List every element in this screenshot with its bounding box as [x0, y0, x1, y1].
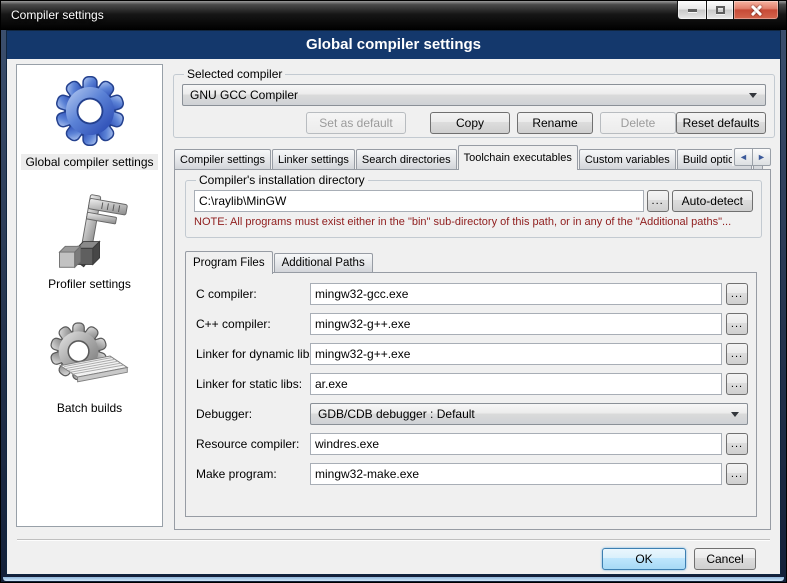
titlebar[interactable]: Compiler settings [1, 1, 786, 30]
debugger-value: GDB/CDB debugger : Default [318, 407, 731, 421]
browse-dynamic-linker-button[interactable]: ... [726, 343, 748, 365]
c-compiler-label: C compiler: [196, 287, 310, 301]
tab-linker-settings[interactable]: Linker settings [272, 149, 355, 170]
tab-scroll-right-button[interactable]: ► [752, 148, 771, 166]
debugger-label: Debugger: [196, 407, 310, 421]
browse-make-program-button[interactable]: ... [726, 463, 748, 485]
set-as-default-button[interactable]: Set as default [306, 112, 406, 134]
browse-resource-compiler-button[interactable]: ... [726, 433, 748, 455]
resource-compiler-label: Resource compiler: [196, 437, 310, 451]
page-title: Global compiler settings [7, 31, 780, 59]
sidebar-item-label: Profiler settings [44, 276, 135, 292]
installation-directory-group: Compiler's installation directory ... Au… [185, 173, 762, 238]
field-row-c-compiler: C compiler: ... [196, 283, 748, 305]
debugger-dropdown[interactable]: GDB/CDB debugger : Default [310, 403, 748, 425]
dialog-frame: Global compiler settings [6, 30, 781, 575]
field-row-static-linker: Linker for static libs: ... [196, 373, 748, 395]
gear-blue-icon [53, 71, 127, 151]
reset-defaults-button[interactable]: Reset defaults [676, 112, 766, 134]
program-files-tabbar: Program Files Additional Paths [185, 249, 374, 273]
browse-c-compiler-button[interactable]: ... [726, 283, 748, 305]
c-compiler-input[interactable] [310, 283, 722, 305]
browse-cpp-compiler-button[interactable]: ... [726, 313, 748, 335]
restore-icon [716, 6, 725, 14]
arrow-left-icon: ◄ [739, 152, 748, 162]
copy-button[interactable]: Copy [430, 112, 510, 134]
resource-compiler-input[interactable] [310, 433, 722, 455]
installation-directory-input[interactable] [194, 190, 644, 212]
selected-compiler-dropdown[interactable]: GNU GCC Compiler [182, 84, 766, 106]
field-row-debugger: Debugger: GDB/CDB debugger : Default [196, 403, 748, 425]
sidebar-item-label: Batch builds [53, 400, 126, 416]
field-row-cpp-compiler: C++ compiler: ... [196, 313, 748, 335]
selected-compiler-group-label: Selected compiler [184, 67, 285, 81]
window-title: Compiler settings [11, 8, 104, 22]
browse-static-linker-button[interactable]: ... [726, 373, 748, 395]
sidebar-item-label: Global compiler settings [21, 154, 157, 170]
tab-toolchain-executables[interactable]: Toolchain executables [458, 145, 578, 170]
field-row-dynamic-linker: Linker for dynamic libs: ... [196, 343, 748, 365]
sidebar-item-batch-builds[interactable]: Batch builds [17, 317, 162, 416]
compiler-settings-window: Compiler settings Global compiler settin… [0, 0, 787, 583]
tab-custom-variables[interactable]: Custom variables [579, 149, 676, 170]
selected-compiler-group: Selected compiler GNU GCC Compiler Set a… [173, 67, 775, 138]
delete-button[interactable]: Delete [600, 112, 676, 134]
field-row-make-program: Make program: ... [196, 463, 748, 485]
static-linker-input[interactable] [310, 373, 722, 395]
subtab-program-files[interactable]: Program Files [185, 251, 273, 274]
chevron-down-icon [749, 93, 757, 98]
caliper-icon [51, 193, 129, 273]
cancel-button[interactable]: Cancel [694, 548, 756, 570]
subtab-additional-paths[interactable]: Additional Paths [274, 253, 373, 273]
close-button[interactable] [733, 1, 779, 20]
sidebar-item-global-compiler-settings[interactable]: Global compiler settings [17, 71, 162, 170]
make-program-label: Make program: [196, 467, 310, 481]
settings-category-sidebar: Global compiler settings [16, 64, 163, 527]
sidebar-item-profiler-settings[interactable]: Profiler settings [17, 193, 162, 292]
make-program-input[interactable] [310, 463, 722, 485]
tab-scroll-buttons: ◄ ► [732, 148, 771, 166]
minimize-icon [688, 9, 697, 12]
auto-detect-button[interactable]: Auto-detect [672, 190, 753, 212]
close-icon [750, 4, 763, 17]
compiler-actions-row: Set as default Copy Rename Delete Reset … [182, 112, 766, 134]
selected-compiler-value: GNU GCC Compiler [190, 88, 749, 102]
minimize-button[interactable] [677, 1, 707, 20]
arrow-right-icon: ► [757, 152, 766, 162]
installation-directory-group-label: Compiler's installation directory [196, 173, 368, 187]
dynamic-linker-input[interactable] [310, 343, 722, 365]
dynamic-linker-label: Linker for dynamic libs: [196, 347, 310, 361]
rename-button[interactable]: Rename [517, 112, 593, 134]
toolchain-executables-page: Compiler's installation directory ... Au… [174, 169, 771, 530]
tab-scroll-left-button[interactable]: ◄ [734, 148, 753, 166]
browse-directory-button[interactable]: ... [647, 190, 669, 212]
cpp-compiler-input[interactable] [310, 313, 722, 335]
field-row-resource-compiler: Resource compiler: ... [196, 433, 748, 455]
ok-button[interactable]: OK [602, 548, 686, 570]
restore-button[interactable] [706, 1, 734, 20]
static-linker-label: Linker for static libs: [196, 377, 310, 391]
tab-compiler-settings[interactable]: Compiler settings [174, 149, 271, 170]
main-tabbar: Compiler settings Linker settings Search… [174, 143, 771, 170]
window-controls [677, 1, 779, 20]
installation-directory-row: ... Auto-detect [194, 190, 753, 212]
cpp-compiler-label: C++ compiler: [196, 317, 310, 331]
program-files-page: C compiler: ... C++ compiler: ... Linker… [185, 272, 757, 517]
footer-divider [17, 539, 770, 541]
chevron-down-icon [731, 412, 739, 417]
installation-note: NOTE: All programs must exist either in … [194, 216, 753, 228]
gear-gray-papers-icon [47, 317, 133, 397]
tab-search-directories[interactable]: Search directories [356, 149, 457, 170]
